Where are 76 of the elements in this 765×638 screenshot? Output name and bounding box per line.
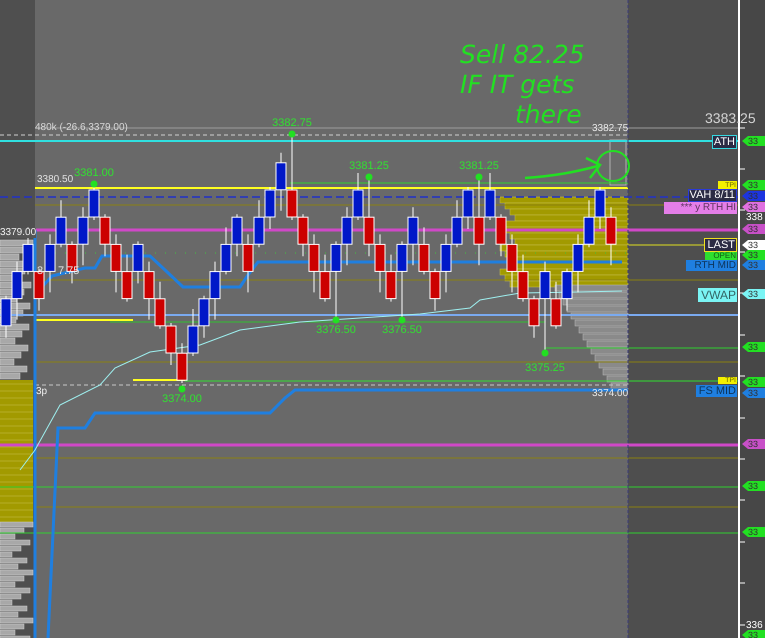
candlestick — [154, 281, 166, 330]
chart-label: 3382.75 — [592, 124, 628, 134]
dot-icon — [288, 130, 296, 138]
dot-icon — [476, 174, 482, 180]
price-marker-label: 3376.50 — [382, 325, 422, 336]
dot-icon — [178, 386, 186, 392]
candlestick — [100, 214, 110, 257]
candlestick — [176, 342, 188, 384]
line-label: RTH MID — [686, 260, 737, 271]
candlestick — [440, 234, 452, 293]
candlestick — [132, 240, 144, 284]
handwritten-note: IF IT gets — [460, 70, 576, 100]
candlestick — [242, 234, 254, 293]
handwritten-note: Sell 82.25 — [460, 40, 585, 70]
chart-label: 7.75 — [58, 266, 80, 277]
candlestick — [0, 295, 12, 338]
candlestick — [44, 234, 56, 293]
line-label: ATH — [712, 135, 737, 149]
chart-label: 3 — [37, 266, 44, 277]
candlestick — [408, 206, 418, 266]
line-label: VAH 8/11 — [688, 189, 737, 202]
candlestick — [594, 186, 606, 230]
candlestick — [110, 234, 122, 293]
candlestick — [506, 234, 518, 293]
axis-price-tag: 33 — [742, 630, 765, 638]
dot-icon — [366, 174, 372, 180]
candlestick — [122, 254, 132, 302]
candlestick — [496, 214, 506, 257]
candlestick — [210, 261, 220, 320]
candlestick — [418, 226, 430, 275]
price-marker-label: 3376.50 — [316, 325, 356, 336]
chart-label: 3374.00 — [592, 389, 628, 399]
candlestick — [220, 226, 232, 275]
candlestick — [452, 200, 462, 248]
chart-label: 3380.50 — [37, 175, 74, 185]
candlestick — [232, 214, 242, 257]
candlestick — [188, 308, 198, 356]
candlestick — [198, 295, 210, 338]
dot-icon — [398, 316, 406, 324]
line-label: OPEN — [705, 252, 737, 260]
candlestick — [166, 322, 176, 366]
candlestick — [430, 268, 440, 312]
chart-label: 3p — [36, 387, 48, 397]
axis-tick-label: 336 — [746, 621, 763, 631]
line-label: FS MID — [696, 385, 737, 397]
price-marker-label: 3382.75 — [272, 118, 312, 129]
price-marker-label: 3381.25 — [349, 161, 389, 172]
price-marker-label: 3375.25 — [525, 363, 565, 374]
circle-drawing — [596, 150, 630, 182]
candlestick — [342, 206, 352, 266]
handwritten-note: there — [515, 100, 583, 130]
dot-icon — [332, 316, 340, 324]
candlestick — [584, 200, 594, 248]
candlestick — [606, 206, 616, 266]
candlestick — [518, 254, 528, 302]
axis-tick-label: 338 — [746, 213, 763, 223]
line-label: VWAP — [698, 288, 737, 302]
chart-label: 480k (-26.6,3379.00) — [35, 123, 128, 133]
candlestick — [374, 234, 386, 293]
dot-icon — [90, 180, 98, 188]
dot-icon — [542, 350, 548, 356]
candlestick — [254, 200, 264, 248]
candlestick — [12, 261, 22, 320]
candlestick — [144, 261, 154, 320]
chart-label: 3379.00 — [0, 228, 36, 238]
candlestick — [56, 200, 66, 248]
line-label: *** y RTH HI — [664, 202, 737, 214]
price-marker-label: 3381.25 — [459, 161, 499, 172]
candlestick — [34, 268, 44, 312]
candlestick — [562, 268, 572, 312]
candlestick — [264, 186, 276, 230]
price-marker-label: 3381.00 — [74, 168, 114, 179]
candlestick — [308, 234, 320, 293]
price-marker-label: 3374.00 — [162, 394, 202, 405]
candlestick — [572, 234, 584, 293]
line-label: LAST — [704, 238, 737, 252]
